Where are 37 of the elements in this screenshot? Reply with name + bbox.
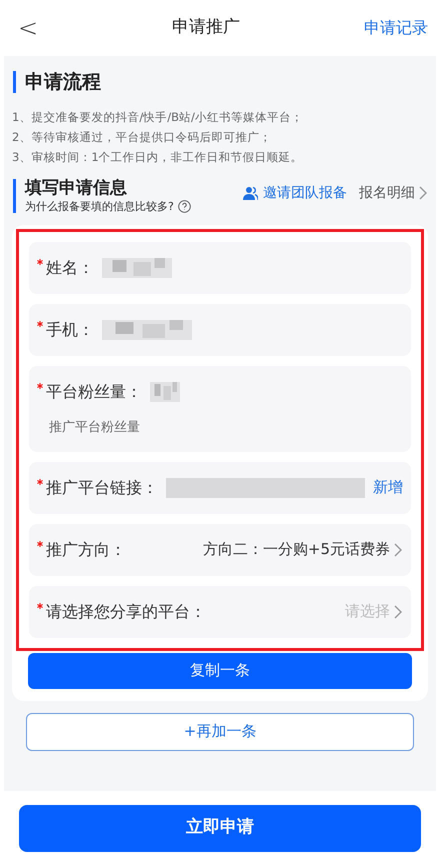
field-label: 请选择您分享的平台： [46,600,206,622]
field-label: 姓名： [46,257,94,279]
blurred-value [150,382,180,402]
page-title: 申请推广 [172,16,240,40]
chevron-right-icon [394,604,403,618]
info-question: 为什么报备要填的信息比较多? [25,198,174,214]
back-button[interactable]: < [18,10,48,46]
field-hint: 推广平台粉丝量 [49,419,141,437]
submit-button[interactable]: 立即申请 [19,804,421,852]
records-link[interactable]: 申请记录 [364,16,428,40]
input-field[interactable]: 平台粉丝量： 推广平台粉丝量 [29,366,411,452]
field-label: 推广方向： [46,538,126,560]
field-label: 手机： [46,319,94,341]
input-field[interactable]: 推广平台链接： 新增 [29,462,411,514]
people-icon [243,186,258,200]
input-field[interactable]: 手机： [29,304,411,356]
invite-team-button[interactable]: 邀请团队报备 [243,182,347,204]
process-step: 3、审核时间：1个工作日内，非工作日和节假日顺延。 [12,146,428,166]
process-step: 1、提交准备要发的抖音/快手/B站/小红书等媒体平台； [12,106,428,126]
select-field[interactable]: 推广方向： 方向二：一分购+5元话费券 [29,524,411,576]
field-label: 推广平台链接： [46,476,158,498]
field-label: 平台粉丝量： [46,381,142,403]
copy-entry-button[interactable]: 复制一条 [28,652,412,688]
chevron-right-icon [394,542,403,556]
blurred-value [102,258,172,278]
chevron-right-icon [419,186,428,200]
select-placeholder: 请选择 [345,601,390,622]
add-link[interactable]: 新增 [373,476,403,499]
section-title: 申请流程 [25,70,101,95]
add-entry-button[interactable]: +再加一条 [26,712,414,750]
details-link[interactable]: 报名明细 [359,182,428,204]
help-icon[interactable] [178,200,191,214]
section-title: 填写申请信息 [25,176,128,198]
select-value: 方向二：一分购+5元话费券 [202,539,390,560]
process-step: 2、等待审核通过，平台提供口令码后即可推广； [12,126,428,146]
input-field[interactable]: 姓名： [29,242,411,294]
select-field[interactable]: 请选择您分享的平台： 请选择 [29,586,411,638]
